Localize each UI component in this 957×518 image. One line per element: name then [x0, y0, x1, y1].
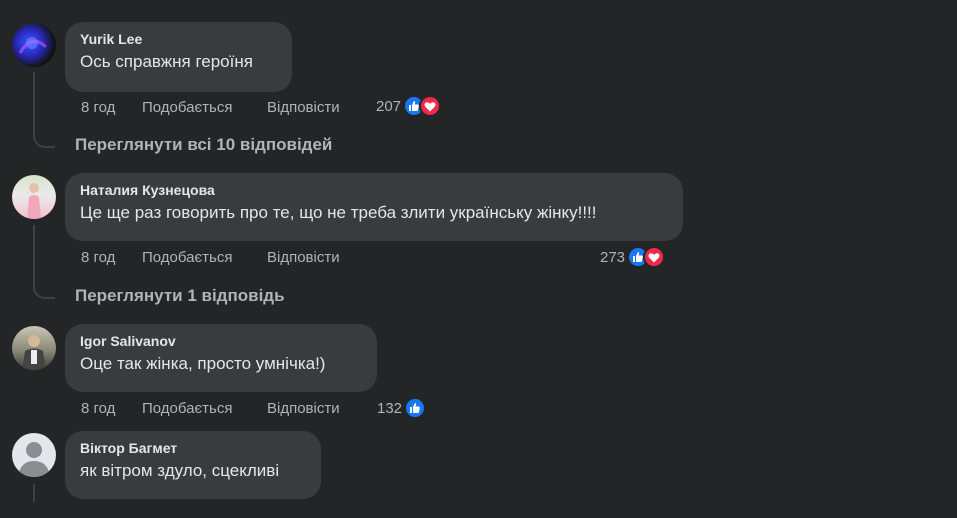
like-icon — [404, 397, 427, 419]
reply-button[interactable]: Відповісти — [267, 399, 340, 419]
comment-text: Це ще раз говорить про те, що не треба з… — [80, 203, 597, 222]
thread-line — [33, 484, 35, 502]
reactions-summary[interactable]: 132 — [377, 397, 427, 419]
reply-button[interactable]: Відповісти — [267, 98, 340, 118]
avatar[interactable] — [12, 175, 56, 219]
comment-bubble: Yurik Lee Ось справжня героїня — [65, 22, 292, 92]
comment-time[interactable]: 8 год — [81, 248, 115, 268]
view-replies-link[interactable]: Переглянути 1 відповідь — [75, 286, 285, 306]
comment-bubble: Наталия Кузнецова Це ще раз говорить про… — [65, 173, 683, 241]
avatar-image — [27, 183, 41, 219]
comment-time[interactable]: 8 год — [81, 98, 115, 118]
love-icon — [643, 246, 666, 268]
comment-bubble: Віктор Багмет як вітром здуло, сцекливі — [65, 431, 321, 499]
comment-author[interactable]: Yurik Lee — [80, 30, 276, 48]
thread-connector — [33, 279, 55, 299]
thread-line — [33, 72, 35, 128]
comment-text: Оце так жінка, просто умнічка!) — [80, 354, 326, 373]
avatar[interactable] — [12, 433, 56, 477]
reactions-summary[interactable]: 207 — [376, 95, 442, 117]
avatar[interactable] — [12, 326, 56, 370]
comment-text: як вітром здуло, сцекливі — [80, 461, 280, 480]
thread-connector — [33, 128, 55, 148]
love-icon — [419, 95, 442, 117]
reactions-summary[interactable]: 273 — [600, 246, 666, 268]
reaction-count: 273 — [600, 248, 626, 266]
thread-line — [33, 225, 35, 279]
avatar[interactable] — [12, 23, 56, 67]
view-replies-link[interactable]: Переглянути всі 10 відповідей — [75, 135, 332, 155]
like-button[interactable]: Подобається — [142, 399, 232, 419]
comment-author[interactable]: Igor Salivanov — [80, 332, 361, 350]
comment-text: Ось справжня героїня — [80, 52, 253, 71]
avatar-image — [18, 37, 48, 54]
avatar-image — [22, 335, 46, 370]
like-button[interactable]: Подобається — [142, 248, 232, 268]
comment-author[interactable]: Наталия Кузнецова — [80, 181, 667, 199]
default-avatar-icon — [18, 442, 50, 477]
comment-time[interactable]: 8 год — [81, 399, 115, 419]
reaction-count: 132 — [377, 399, 403, 417]
comment-author[interactable]: Віктор Багмет — [80, 439, 305, 457]
reaction-count: 207 — [376, 97, 402, 115]
comment-bubble: Igor Salivanov Оце так жінка, просто умн… — [65, 324, 377, 392]
reply-button[interactable]: Відповісти — [267, 248, 340, 268]
like-button[interactable]: Подобається — [142, 98, 232, 118]
